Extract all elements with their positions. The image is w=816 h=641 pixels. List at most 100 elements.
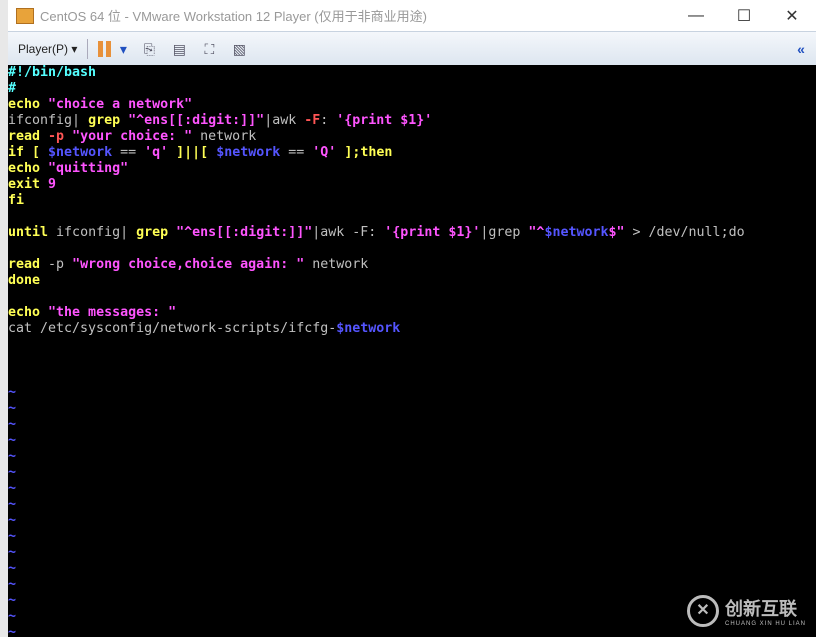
code-token: ];then: [336, 145, 393, 160]
maximize-button[interactable]: ☐: [720, 6, 768, 26]
unity-icon[interactable]: ▧: [230, 41, 248, 57]
empty-line-tilde: ~: [8, 401, 17, 416]
code-token: ifconfig|: [56, 225, 137, 240]
code-line: read -p "wrong choice,choice again: " ne…: [8, 257, 816, 273]
empty-line-tilde: ~: [8, 385, 17, 400]
code-token: > /dev/null;do: [624, 225, 745, 240]
empty-line-tilde: ~: [8, 513, 17, 528]
code-token: grep: [88, 113, 129, 128]
code-token: $network: [336, 321, 401, 336]
code-token: |awk -F:: [312, 225, 385, 240]
toolbar-divider: [87, 38, 89, 59]
player-menu[interactable]: Player(P) ▾: [18, 42, 77, 56]
code-token: 9: [48, 177, 57, 192]
code-token: ifconfig|: [8, 113, 89, 128]
code-token: cat /etc/sysconfig/network-scripts/ifcfg…: [8, 321, 337, 336]
code-token: #!/bin/bash: [8, 65, 97, 80]
code-token: if: [8, 145, 33, 160]
pause-icon[interactable]: [98, 40, 112, 57]
removable-devices-icon[interactable]: ▤: [170, 41, 188, 57]
code-token: $": [608, 225, 625, 240]
empty-line-tilde: ~: [8, 449, 17, 464]
vim-terminal[interactable]: #!/bin/bash # echo "choice a network" ifcon…: [8, 65, 816, 640]
code-token: "wrong choice,choice again: ": [72, 257, 305, 272]
code-token: echo: [8, 161, 49, 176]
fullscreen-icon[interactable]: ⛶: [200, 41, 218, 57]
code-token: 'q': [144, 145, 169, 160]
title-bar: CentOS 64 位 - VMware Workstation 12 Play…: [8, 0, 816, 31]
minimize-button[interactable]: —: [672, 7, 720, 25]
empty-line-tilde: ~: [8, 545, 17, 560]
code-token: network: [304, 257, 369, 272]
code-token: "your choice: ": [72, 129, 193, 144]
code-token: ==: [112, 145, 145, 160]
code-token: ]||[: [168, 145, 217, 160]
code-token: fi: [8, 193, 25, 208]
code-line: fi: [8, 193, 816, 209]
code-line: ifconfig| grep "^ens[[:digit:]]"|awk -F:…: [8, 113, 816, 129]
code-token: echo: [8, 97, 49, 112]
code-token: $network: [544, 225, 609, 240]
empty-line-tilde: ~: [8, 497, 17, 512]
code-token: $network: [48, 145, 113, 160]
code-line: echo "choice a network": [8, 97, 816, 113]
code-line: echo "quitting": [8, 161, 816, 177]
collapse-toolbar-icon[interactable]: «: [792, 41, 810, 57]
empty-line-tilde: ~: [8, 465, 17, 480]
code-token: exit: [8, 177, 49, 192]
code-token: "^: [528, 225, 545, 240]
close-button[interactable]: ✕: [768, 6, 816, 26]
empty-line-tilde: ~: [8, 625, 17, 640]
code-line: #!/bin/bash: [8, 65, 816, 81]
toolbar: Player(P) ▾ ▾ ⎘ ▤ ⛶ ▧ «: [8, 31, 816, 66]
code-token: -F: [304, 113, 321, 128]
vmware-window: CentOS 64 位 - VMware Workstation 12 Play…: [8, 0, 816, 640]
empty-line-tilde: ~: [8, 561, 17, 576]
code-line: done: [8, 273, 816, 289]
code-line: echo "the messages: ": [8, 305, 816, 321]
code-line: until ifconfig| grep "^ens[[:digit:]]"|a…: [8, 225, 816, 241]
code-token: [: [32, 145, 49, 160]
code-token: "quitting": [48, 161, 129, 176]
window-title: CentOS 64 位 - VMware Workstation 12 Play…: [40, 9, 427, 24]
code-token: |grep: [480, 225, 529, 240]
code-line: cat /etc/sysconfig/network-scripts/ifcfg…: [8, 321, 816, 337]
background-window-edge: [0, 0, 8, 637]
empty-line-tilde: ~: [8, 433, 17, 448]
code-token: "the messages: ": [48, 305, 177, 320]
empty-line-tilde: ~: [8, 529, 17, 544]
code-line: exit 9: [8, 177, 816, 193]
send-ctrl-alt-del-icon[interactable]: ⎘: [140, 41, 158, 57]
code-token: #: [8, 81, 17, 96]
code-token: -p: [48, 257, 73, 272]
pause-dropdown-icon[interactable]: ▾: [118, 41, 128, 57]
empty-line-tilde: ~: [8, 417, 17, 432]
code-line: #: [8, 81, 816, 97]
code-token: echo: [8, 305, 49, 320]
code-token: "^ens[[:digit:]]": [176, 225, 313, 240]
code-token: "^ens[[:digit:]]": [128, 113, 265, 128]
code-token: $network: [216, 145, 281, 160]
code-token: read: [8, 257, 49, 272]
code-token: "choice a network": [48, 97, 193, 112]
code-token: '{print $1}': [336, 113, 433, 128]
code-token: until: [8, 225, 57, 240]
code-token: ==: [280, 145, 313, 160]
code-token: :: [320, 113, 337, 128]
code-token: network: [192, 129, 257, 144]
empty-line-tilde: ~: [8, 577, 17, 592]
code-token: 'Q': [312, 145, 337, 160]
code-token: grep: [136, 225, 177, 240]
code-token: '{print $1}': [384, 225, 481, 240]
code-line: if [ $network == 'q' ]||[ $network == 'Q…: [8, 145, 816, 161]
code-token: |awk: [264, 113, 305, 128]
code-token: -p: [48, 129, 73, 144]
code-line: read -p "your choice: " network: [8, 129, 816, 145]
empty-line-tilde: ~: [8, 481, 17, 496]
